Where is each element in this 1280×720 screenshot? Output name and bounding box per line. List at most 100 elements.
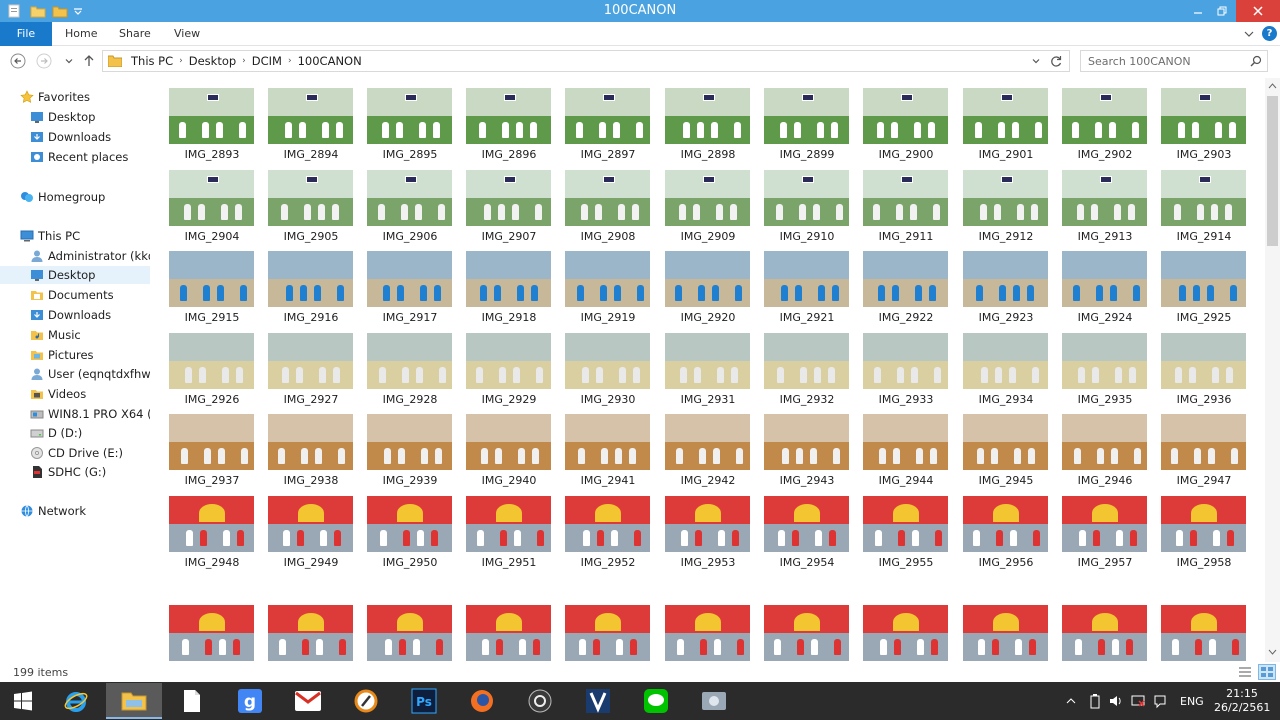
file-tile[interactable]: IMG_2934 bbox=[959, 323, 1049, 406]
start-button[interactable] bbox=[0, 683, 46, 719]
file-tile[interactable]: IMG_2919 bbox=[561, 241, 651, 324]
crumb-this-pc[interactable]: This PC bbox=[127, 54, 177, 68]
sidebar-item-drive-d[interactable]: D (D:) bbox=[0, 424, 150, 442]
file-tile[interactable]: IMG_2926 bbox=[165, 323, 255, 406]
scrollbar-thumb[interactable] bbox=[1267, 96, 1278, 246]
file-tile[interactable]: IMG_2955 bbox=[859, 486, 949, 569]
file-tile[interactable]: IMG_2936 bbox=[1157, 323, 1247, 406]
volume-icon[interactable] bbox=[1108, 692, 1124, 710]
file-tile[interactable]: IMG_2893 bbox=[165, 78, 255, 161]
address-bar[interactable]: This PC › Desktop › DCIM › 100CANON bbox=[102, 50, 1070, 72]
file-tile[interactable]: IMG_2910 bbox=[760, 160, 850, 243]
file-tile[interactable]: IMG_2920 bbox=[661, 241, 751, 324]
file-tile[interactable]: IMG_2914 bbox=[1157, 160, 1247, 243]
sidebar-item-desktop[interactable]: Desktop bbox=[0, 266, 150, 284]
tab-view[interactable]: View bbox=[174, 22, 200, 46]
file-tile[interactable]: IMG_2949 bbox=[264, 486, 354, 569]
file-tile[interactable]: IMG_2901 bbox=[959, 78, 1049, 161]
file-tile[interactable] bbox=[1157, 595, 1247, 662]
file-tile[interactable]: IMG_2924 bbox=[1058, 241, 1148, 324]
taskbar-paint-tool[interactable] bbox=[338, 683, 394, 719]
file-tile[interactable]: IMG_2935 bbox=[1058, 323, 1148, 406]
vertical-scrollbar[interactable] bbox=[1265, 78, 1280, 662]
sidebar-item-downloads-fav[interactable]: Downloads bbox=[0, 128, 150, 146]
file-tile[interactable]: IMG_2929 bbox=[462, 323, 552, 406]
taskbar-photoshop[interactable]: Ps bbox=[396, 683, 452, 719]
file-tile[interactable]: IMG_2938 bbox=[264, 404, 354, 487]
tab-share[interactable]: Share bbox=[119, 22, 151, 46]
file-tile[interactable]: IMG_2894 bbox=[264, 78, 354, 161]
file-tile[interactable]: IMG_2932 bbox=[760, 323, 850, 406]
sidebar-item-documents[interactable]: Documents bbox=[0, 286, 150, 304]
file-tile[interactable] bbox=[959, 595, 1049, 662]
sidebar-item-cd-drive[interactable]: CD Drive (E:) bbox=[0, 444, 150, 462]
file-tile[interactable]: IMG_2957 bbox=[1058, 486, 1148, 569]
up-button[interactable] bbox=[80, 53, 98, 69]
forward-button[interactable] bbox=[35, 53, 53, 69]
file-tile[interactable]: IMG_2907 bbox=[462, 160, 552, 243]
sidebar-item-drive-c[interactable]: WIN8.1 PRO X64 (C:) bbox=[0, 405, 150, 423]
sidebar-item-music[interactable]: Music bbox=[0, 326, 150, 344]
tab-file[interactable]: File bbox=[0, 22, 52, 46]
file-tile[interactable]: IMG_2911 bbox=[859, 160, 949, 243]
details-view-icon[interactable] bbox=[1238, 666, 1252, 678]
file-tile[interactable]: IMG_2939 bbox=[363, 404, 453, 487]
file-tile[interactable]: IMG_2956 bbox=[959, 486, 1049, 569]
show-hidden-icons-icon[interactable] bbox=[1066, 692, 1076, 710]
help-icon[interactable]: ? bbox=[1262, 26, 1277, 41]
action-center-icon[interactable] bbox=[1152, 692, 1168, 710]
file-tile[interactable]: IMG_2909 bbox=[661, 160, 751, 243]
clock[interactable]: 21:15 26/2/2561 bbox=[1214, 687, 1270, 715]
file-tile[interactable]: IMG_2902 bbox=[1058, 78, 1148, 161]
sidebar-item-user[interactable]: User (eqnqtdxfhwbv bbox=[0, 365, 150, 383]
file-tile[interactable]: IMG_2958 bbox=[1157, 486, 1247, 569]
taskbar-internet-explorer[interactable] bbox=[48, 683, 104, 719]
expand-ribbon-icon[interactable] bbox=[1243, 28, 1255, 40]
back-button[interactable] bbox=[9, 53, 27, 69]
file-tile[interactable]: IMG_2954 bbox=[760, 486, 850, 569]
input-language[interactable]: ENG bbox=[1180, 695, 1204, 708]
file-tile[interactable]: IMG_2918 bbox=[462, 241, 552, 324]
file-tile[interactable]: IMG_2897 bbox=[561, 78, 651, 161]
file-tile[interactable]: IMG_2898 bbox=[661, 78, 751, 161]
restore-button[interactable] bbox=[1209, 0, 1235, 22]
file-tile[interactable]: IMG_2900 bbox=[859, 78, 949, 161]
file-tile[interactable]: IMG_2906 bbox=[363, 160, 453, 243]
chevron-right-icon[interactable]: › bbox=[286, 56, 294, 66]
recent-locations-button[interactable] bbox=[60, 53, 78, 69]
file-tile[interactable]: IMG_2953 bbox=[661, 486, 751, 569]
chevron-right-icon[interactable]: › bbox=[177, 56, 185, 66]
file-tile[interactable]: IMG_2937 bbox=[165, 404, 255, 487]
file-tile[interactable]: IMG_2923 bbox=[959, 241, 1049, 324]
sidebar-item-desktop-fav[interactable]: Desktop bbox=[0, 108, 150, 126]
address-dropdown-icon[interactable] bbox=[1031, 56, 1041, 66]
taskbar-v-app[interactable] bbox=[570, 683, 626, 719]
file-tile[interactable]: IMG_2944 bbox=[859, 404, 949, 487]
file-tile[interactable]: IMG_2917 bbox=[363, 241, 453, 324]
battery-icon[interactable] bbox=[1088, 692, 1102, 710]
file-tile[interactable]: IMG_2951 bbox=[462, 486, 552, 569]
scroll-up-icon[interactable] bbox=[1268, 82, 1277, 90]
file-tile[interactable]: IMG_2927 bbox=[264, 323, 354, 406]
file-tile[interactable]: IMG_2948 bbox=[165, 486, 255, 569]
search-input[interactable]: Search 100CANON bbox=[1080, 50, 1268, 72]
refresh-icon[interactable] bbox=[1049, 54, 1063, 68]
large-icons-view-button[interactable] bbox=[1258, 664, 1276, 680]
file-tile[interactable]: IMG_2930 bbox=[561, 323, 651, 406]
taskbar-file-explorer[interactable] bbox=[106, 683, 162, 719]
file-tile[interactable]: IMG_2921 bbox=[760, 241, 850, 324]
sidebar-item-pictures[interactable]: Pictures bbox=[0, 346, 150, 364]
sidebar-item-this-pc[interactable]: This PC bbox=[0, 227, 150, 245]
file-tile[interactable]: IMG_2903 bbox=[1157, 78, 1247, 161]
file-tile[interactable]: IMG_2950 bbox=[363, 486, 453, 569]
file-tile[interactable]: IMG_2908 bbox=[561, 160, 651, 243]
sidebar-item-recent-places[interactable]: Recent places bbox=[0, 148, 150, 166]
file-tile[interactable] bbox=[264, 595, 354, 662]
file-tile[interactable]: IMG_2905 bbox=[264, 160, 354, 243]
search-icon[interactable] bbox=[1250, 55, 1262, 67]
file-tile[interactable]: IMG_2895 bbox=[363, 78, 453, 161]
taskbar-camera-app[interactable] bbox=[512, 683, 568, 719]
minimize-button[interactable] bbox=[1185, 0, 1211, 22]
taskbar-google[interactable]: g bbox=[222, 683, 278, 719]
file-tile[interactable] bbox=[165, 595, 255, 662]
